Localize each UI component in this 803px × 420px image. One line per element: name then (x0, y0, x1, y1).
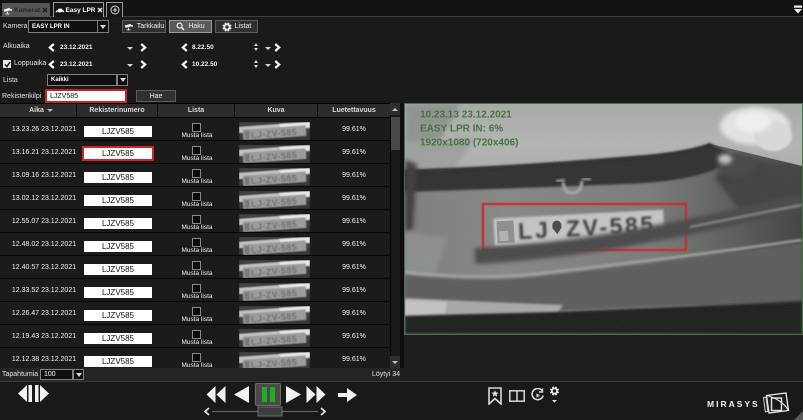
svg-text:10.23.13 23.12.2021: 10.23.13 23.12.2021 (420, 110, 512, 121)
svg-text:EASY LPR IN: 6%: EASY LPR IN: 6% (420, 124, 503, 135)
svg-text:1920x1080 (720x406): 1920x1080 (720x406) (420, 138, 518, 149)
